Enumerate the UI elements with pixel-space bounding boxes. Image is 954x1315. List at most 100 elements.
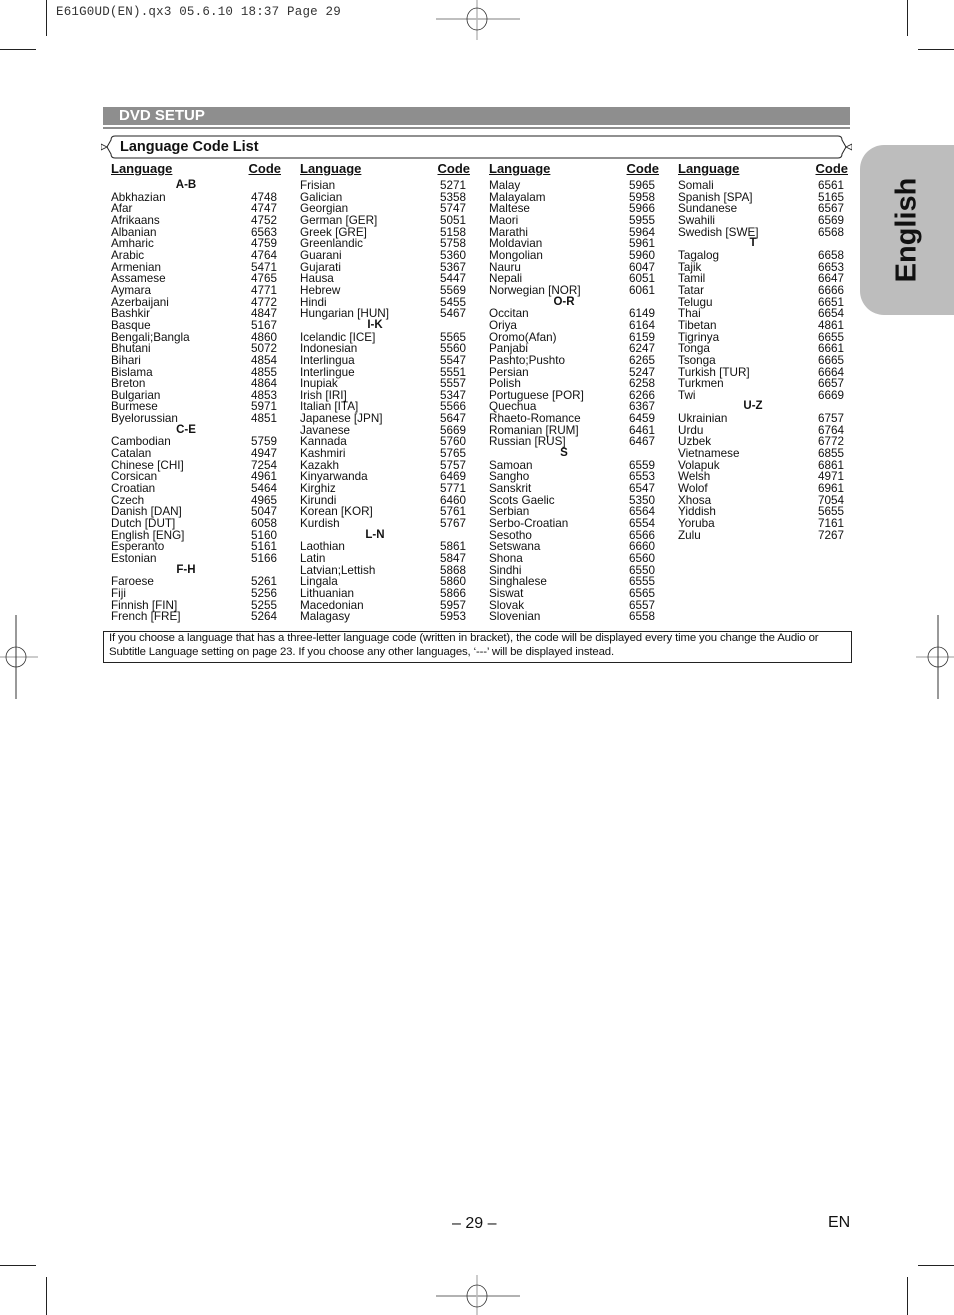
language-row: Russian [RUS] 6467 — [489, 436, 659, 448]
language-code: 5360 — [440, 248, 467, 262]
crop-mark — [918, 1265, 954, 1266]
language-code: 5467 — [440, 307, 467, 321]
crop-mark — [46, 0, 47, 36]
language-code: 6669 — [818, 388, 845, 402]
language-name: Norwegian [NOR] — [489, 283, 581, 297]
language-row: German [GER] 5051 — [300, 215, 470, 227]
language-code: 4771 — [251, 283, 278, 297]
language-name: Shona — [489, 552, 523, 565]
language-name: Kirghiz — [300, 482, 336, 496]
language-row: Dutch [DUT] 6058 — [111, 518, 281, 530]
language-code: 6855 — [818, 447, 845, 461]
language-code: 5767 — [440, 517, 467, 531]
column-header: Language Code — [489, 161, 659, 176]
language-code: 5960 — [629, 248, 656, 262]
letter-group-heading: I-K — [367, 318, 383, 331]
language-name: Basque — [111, 318, 151, 332]
language-name: Twi — [678, 388, 696, 402]
language-side-tab: English — [860, 145, 954, 315]
language-code: 5955 — [629, 213, 656, 227]
language-row: Yoruba 7161 — [678, 518, 848, 530]
language-name: Somali — [678, 179, 714, 192]
language-row: French [FRE] 5264 — [111, 611, 281, 623]
language-code: 5569 — [440, 283, 467, 297]
language-code: 6658 — [818, 248, 845, 262]
language-row: Tatar 6666 — [678, 285, 848, 297]
language-name: Serbo-Croatian — [489, 517, 569, 531]
crop-mark — [46, 1277, 47, 1315]
language-header: Language — [489, 161, 551, 176]
footer-language-code: EN — [828, 1214, 851, 1231]
language-code: 5271 — [440, 179, 467, 192]
language-row: Croatian 5464 — [111, 483, 281, 495]
language-name: Tibetan — [678, 318, 717, 332]
header-title: DVD SETUP — [119, 107, 205, 124]
language-code: 6961 — [818, 482, 845, 496]
language-code: 6265 — [629, 353, 656, 367]
language-name: Slovenian — [489, 610, 541, 624]
language-code: 4764 — [251, 248, 278, 262]
language-code: 6058 — [251, 517, 278, 531]
language-row: Byelorussian 4851 — [111, 413, 281, 425]
language-name: Oriya — [489, 318, 517, 332]
language-row: Bihari 4854 — [111, 355, 281, 367]
language-code: 4861 — [818, 318, 845, 332]
language-name: Fiji — [111, 586, 126, 600]
language-name: Byelorussian — [111, 412, 178, 426]
language-name: Guarani — [300, 248, 342, 262]
crop-mark — [0, 49, 36, 50]
language-name: Siswat — [489, 586, 524, 600]
language-name: Pashto;Pushto — [489, 353, 566, 367]
language-row: Afrikaans 4752 — [111, 215, 281, 227]
language-name: Tsonga — [678, 353, 716, 367]
language-row: Tsonga 6665 — [678, 355, 848, 367]
language-row: Guarani 5360 — [300, 250, 470, 262]
language-row: Arabic 4764 — [111, 250, 281, 262]
language-name: Latin — [300, 552, 326, 565]
language-code: 5771 — [440, 482, 467, 496]
language-row: Twi 6669 — [678, 390, 848, 402]
language-row: Sanskrit 6547 — [489, 483, 659, 495]
language-row: Oriya 6164 — [489, 320, 659, 332]
language-code: 6568 — [818, 225, 845, 239]
language-name: Afrikaans — [111, 213, 160, 227]
language-name: Estonian — [111, 552, 157, 565]
language-row: Norwegian [NOR] 6061 — [489, 285, 659, 297]
language-code: 5051 — [440, 213, 467, 227]
language-code: 6164 — [629, 318, 656, 332]
language-code: 6665 — [818, 353, 845, 367]
language-code: 5264 — [251, 610, 278, 624]
language-name: Croatian — [111, 482, 156, 496]
language-name: Kashmiri — [300, 447, 346, 461]
language-name: Malagasy — [300, 610, 351, 624]
language-header: Language — [678, 161, 740, 176]
language-row: Malagasy 5953 — [300, 611, 470, 623]
column-header: Language Code — [678, 161, 848, 176]
language-name: Russian [RUS] — [489, 435, 566, 449]
language-name: Malay — [489, 179, 521, 192]
language-name: Mongolian — [489, 248, 543, 262]
section-banner: Language Code List — [101, 135, 852, 159]
language-name: Swahili — [678, 213, 716, 227]
language-row: Maori 5955 — [489, 215, 659, 227]
language-code: 5965 — [629, 179, 656, 192]
language-code: 6467 — [629, 435, 656, 449]
registration-mark-icon — [436, 1275, 520, 1315]
language-row: Kirghiz 5771 — [300, 483, 470, 495]
language-row: Aymara 4771 — [111, 285, 281, 297]
crop-mark — [0, 1265, 36, 1266]
language-row: Zulu 7267 — [678, 530, 848, 542]
language-row: Basque 5167 — [111, 320, 281, 332]
language-name: Wolof — [678, 482, 708, 496]
registration-mark-icon — [0, 615, 38, 699]
language-code: 6565 — [629, 586, 656, 600]
language-name: Interlingua — [300, 353, 355, 367]
header-rule — [103, 127, 850, 129]
language-row: Vietnamese 6855 — [678, 448, 848, 460]
file-slug-line: E61G0UD(EN).qx3 05.6.10 18:37 Page 29 — [56, 5, 341, 19]
crop-mark — [907, 1277, 908, 1315]
language-name: Frisian — [300, 179, 336, 192]
language-row: Catalan 4947 — [111, 448, 281, 460]
language-code: 6061 — [629, 283, 656, 297]
language-name: Sanskrit — [489, 482, 532, 496]
